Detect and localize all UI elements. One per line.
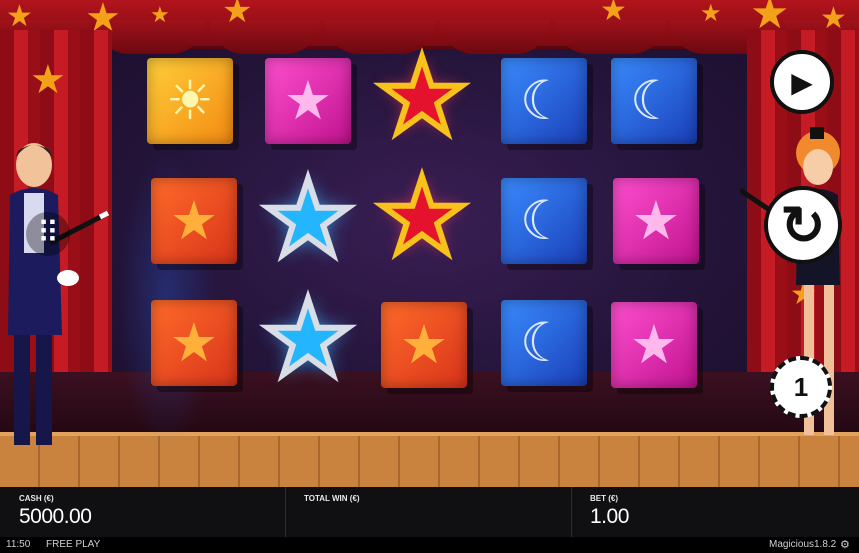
clock: 11:50 xyxy=(6,539,31,550)
reel-symbol-pink-star-box: ★ xyxy=(610,301,698,389)
reel-symbol-moon-box: ☾ xyxy=(610,57,698,145)
star-icon: ★ xyxy=(169,191,219,251)
decor-star-icon: ★ xyxy=(6,0,33,33)
blue-star-icon: ★ xyxy=(258,281,357,397)
cash-label: CASH (€) xyxy=(19,494,54,503)
reel-symbol-orange-star-box: ★ xyxy=(380,301,468,389)
total-win-label: TOTAL WIN (€) xyxy=(304,494,360,503)
blue-star-icon: ★ xyxy=(258,161,357,277)
star-icon: ★ xyxy=(283,71,333,131)
moon-icon: ☾ xyxy=(519,313,569,373)
decor-star-icon: ★ xyxy=(600,0,627,27)
reel-symbol-orange-star-box: ★ xyxy=(150,299,238,387)
reel-symbol-sun-box: ☀ xyxy=(146,57,234,145)
spin-arrows-icon: ↻ xyxy=(780,195,826,256)
total-win-panel: TOTAL WIN (€) xyxy=(285,487,572,537)
sun-icon: ☀ xyxy=(165,71,215,131)
decor-star-icon: ★ xyxy=(700,0,722,27)
bet-value: 1.00 xyxy=(590,505,629,528)
moon-icon: ☾ xyxy=(519,191,569,251)
game-version: 1.8.2 xyxy=(814,539,837,550)
star-icon: ★ xyxy=(631,191,681,251)
moon-icon: ☾ xyxy=(519,71,569,131)
moon-icon: ☾ xyxy=(629,71,679,131)
star-icon: ★ xyxy=(399,315,449,375)
cash-value: 5000.00 xyxy=(19,505,92,528)
reel-symbol-pink-star-box: ★ xyxy=(612,177,700,265)
reel-symbol-orange-star-box: ★ xyxy=(150,177,238,265)
cash-panel: CASH (€) 5000.00 xyxy=(0,487,286,537)
bet-panel[interactable]: BET (€) 1.00 xyxy=(571,487,859,537)
coin-icon: 1 xyxy=(793,371,809,402)
menu-button[interactable]: ⠿ xyxy=(26,212,70,256)
star-icon: ★ xyxy=(169,313,219,373)
autoplay-button[interactable]: ▶ xyxy=(770,50,834,114)
red-star-icon: ★ xyxy=(372,159,471,275)
magician-character xyxy=(8,143,110,445)
spin-button[interactable]: ↻ xyxy=(764,186,842,264)
bet-coin-button[interactable]: 1 xyxy=(770,356,832,418)
reel-symbol-blue-star: ★ xyxy=(258,164,357,274)
gear-icon[interactable]: ⚙ xyxy=(840,538,850,551)
play-icon: ▶ xyxy=(791,66,813,98)
decor-star-icon: ★ xyxy=(150,2,170,27)
decor-star-icon: ★ xyxy=(30,58,66,102)
reel-symbol-blue-star: ★ xyxy=(258,284,357,394)
star-icon: ★ xyxy=(629,315,679,375)
reel-symbol-moon-box: ☾ xyxy=(500,177,588,265)
bet-label: BET (€) xyxy=(590,494,618,503)
game-name: Magicious xyxy=(769,539,815,550)
status-bar: 11:50 FREE PLAY Magicious 1.8.2 ⚙ xyxy=(0,537,859,553)
dots-grid-icon: ⠿ xyxy=(37,217,59,250)
reel-symbol-moon-box: ☾ xyxy=(500,57,588,145)
play-mode: FREE PLAY xyxy=(46,539,101,550)
reel-symbol-moon-box: ☾ xyxy=(500,299,588,387)
reel-symbol-red-star: ★ xyxy=(372,42,471,152)
red-star-icon: ★ xyxy=(372,39,471,155)
reel-symbol-red-star: ★ xyxy=(372,162,471,272)
info-bar: CASH (€) 5000.00 TOTAL WIN (€) BET (€) 1… xyxy=(0,487,859,537)
decor-star-icon: ★ xyxy=(222,0,253,30)
game-stage: ★ ★ ★ ★ ★ ★ ★ ★ ★ ★ ★ ☀ ★ ★ ☾ ☾ ★ ★ xyxy=(0,0,859,487)
reel-symbol-pink-star-box: ★ xyxy=(264,57,352,145)
reel-grid: ☀ ★ ★ ☾ ☾ ★ ★ ★ ☾ ★ ★ ★ ★ ☾ ★ xyxy=(140,42,720,440)
